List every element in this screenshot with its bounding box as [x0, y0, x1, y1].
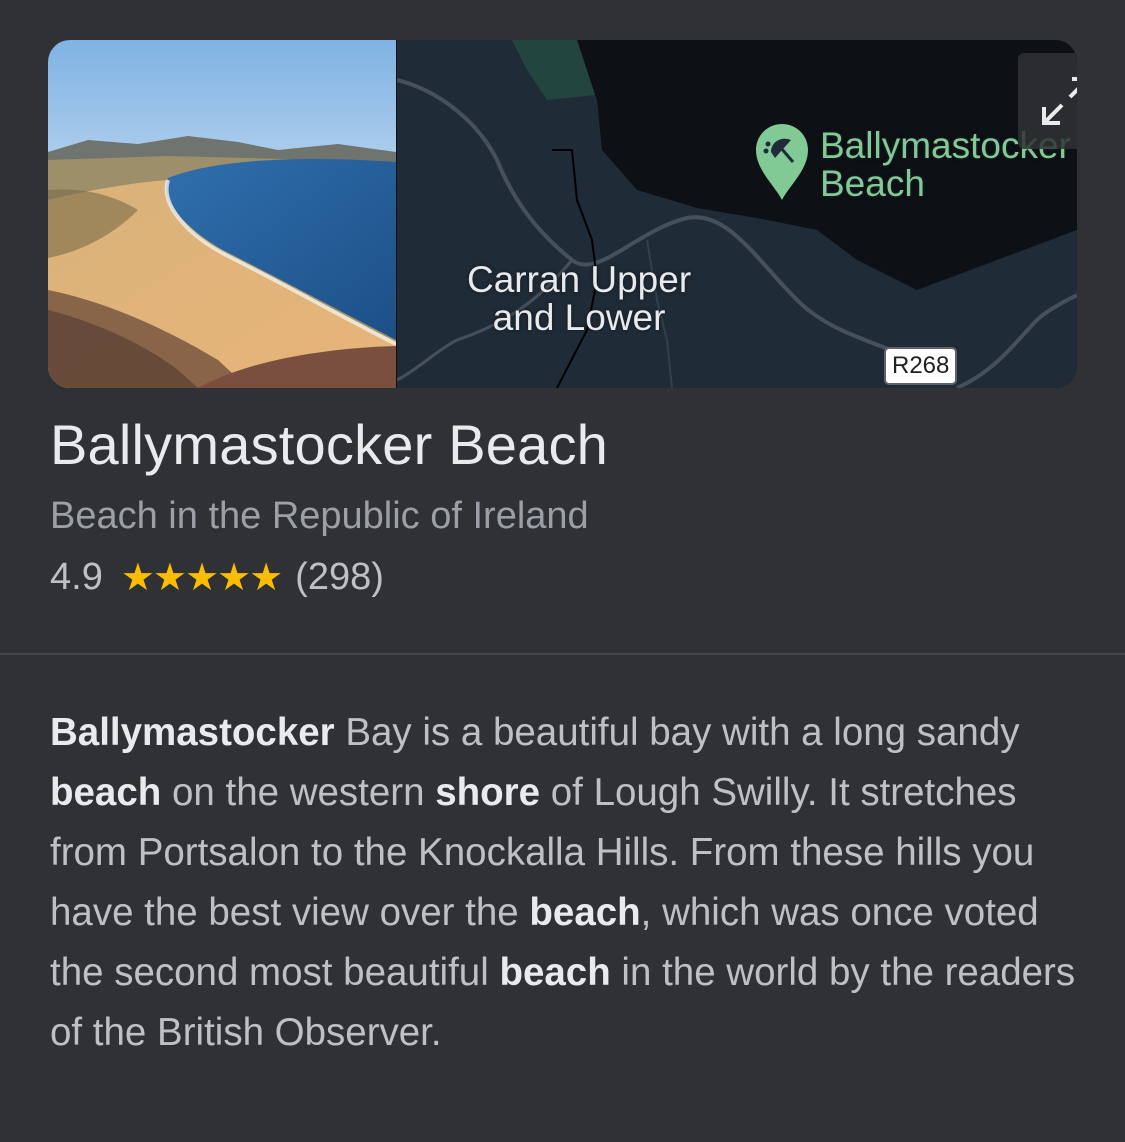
- section-divider: [0, 653, 1125, 655]
- rating-stars-icon: ★★★★★: [120, 555, 283, 599]
- description-keyword: shore: [435, 771, 541, 814]
- description-keyword: beach: [50, 771, 162, 814]
- place-title: Ballymastocker Beach: [50, 413, 609, 476]
- description-text: on the western: [161, 771, 436, 814]
- map-place-label-line2: Beach: [820, 163, 925, 204]
- description-keyword: beach: [499, 951, 611, 994]
- beach-photo[interactable]: [48, 40, 396, 388]
- review-count[interactable]: (298): [295, 553, 384, 601]
- place-category: Beach in the Republic of Ireland: [50, 495, 589, 537]
- expand-diagonal-icon: [1042, 77, 1077, 125]
- description-text: Bay is a beautiful bay with a long sandy: [334, 711, 1020, 754]
- rating-row[interactable]: 4.9 ★★★★★ (298): [50, 553, 384, 601]
- map-preview[interactable]: Ballymastocker Beach Carran Upper and Lo…: [397, 40, 1077, 388]
- map-town-label-line1: Carran Upper: [467, 259, 692, 300]
- beach-photo-image: [48, 40, 396, 388]
- place-media-card: Ballymastocker Beach Carran Upper and Lo…: [48, 40, 1077, 388]
- expand-map-button[interactable]: [1018, 53, 1077, 149]
- map-town-label: Carran Upper and Lower: [467, 261, 691, 337]
- road-shield-r268: R268: [884, 347, 958, 385]
- place-description: Ballymastocker Bay is a beautiful bay wi…: [50, 703, 1080, 1063]
- description-keyword: Ballymastocker: [50, 711, 335, 754]
- map-town-label-line2: and Lower: [492, 297, 666, 338]
- rating-value: 4.9: [50, 556, 103, 598]
- beach-umbrella-icon[interactable]: [753, 122, 811, 202]
- description-keyword: beach: [529, 891, 641, 934]
